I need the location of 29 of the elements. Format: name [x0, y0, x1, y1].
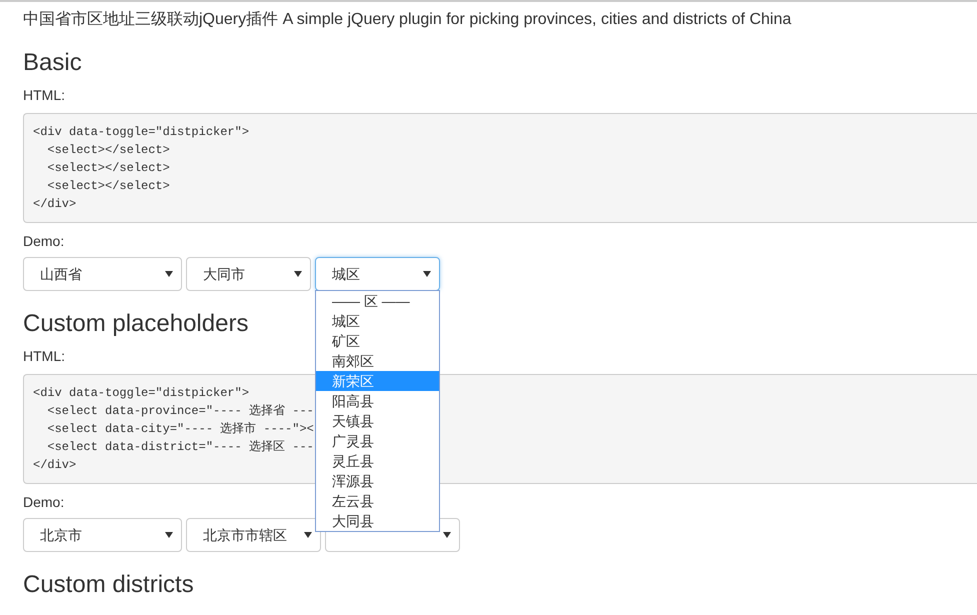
dropdown-option[interactable]: 南郊区: [316, 351, 439, 371]
dropdown-option[interactable]: 灵丘县: [316, 451, 439, 471]
field-label: Demo:: [23, 493, 64, 512]
field-label: Demo:: [23, 232, 64, 251]
dropdown-option[interactable]: 阳高县: [316, 391, 439, 411]
dropdown-option[interactable]: 天镇县: [316, 411, 439, 431]
section-heading: Custom placeholders: [23, 310, 248, 338]
field-label: HTML:: [23, 86, 65, 105]
dropdown-option[interactable]: 广灵县: [316, 431, 439, 451]
dropdown-option[interactable]: 城区: [316, 311, 439, 331]
code-block: <div data-toggle="distpicker"> <select></select> <select></select> <select></select> </div>: [23, 113, 977, 223]
section-heading: Basic: [23, 49, 82, 77]
caret-icon: [294, 271, 302, 277]
page-title: 中国省市区地址三级联动jQuery插件 A simple jQuery plugin for picking provinces, cities and districts of China: [23, 10, 792, 30]
dropdown-option[interactable]: —— 区 ——: [316, 291, 439, 311]
caret-icon: [165, 271, 173, 277]
caret-icon: [423, 271, 431, 277]
select-field[interactable]: 山西省: [23, 257, 182, 291]
caret-icon: [443, 532, 451, 538]
dropdown-option[interactable]: 浑源县: [316, 471, 439, 491]
select-field[interactable]: 北京市: [23, 518, 182, 552]
caret-icon: [165, 532, 173, 538]
select-field[interactable]: 大同市: [186, 257, 311, 291]
caret-icon: [304, 532, 312, 538]
section-heading: Custom districts: [23, 571, 194, 599]
dropdown-option[interactable]: 左云县: [316, 491, 439, 511]
select-field[interactable]: 北京市市辖区: [186, 518, 321, 552]
dropdown-option[interactable]: 矿区: [316, 331, 439, 351]
field-label: HTML:: [23, 347, 65, 366]
